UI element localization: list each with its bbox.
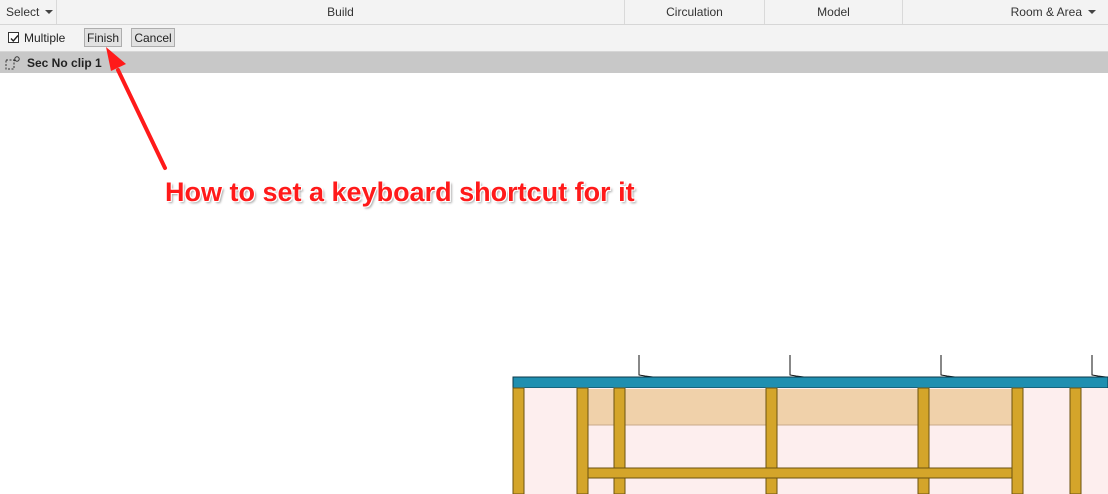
annotation-arrow-icon	[106, 47, 167, 170]
chevron-down-icon	[1088, 10, 1096, 14]
annotation-text: How to set a keyboard shortcut for it	[165, 177, 635, 207]
insulation-band	[587, 389, 1017, 425]
room-area-panel-dropdown[interactable]: Room & Area	[903, 0, 1108, 24]
room-area-panel-label: Room & Area	[1010, 5, 1082, 19]
section-drawing[interactable]	[505, 345, 1108, 494]
model-panel-label: Model	[817, 5, 850, 19]
roof-slab[interactable]	[512, 376, 1108, 389]
circulation-panel-label: Circulation	[666, 5, 723, 19]
model-panel-title[interactable]: Model	[765, 0, 903, 24]
level-marker-icon	[638, 355, 1107, 378]
build-panel-label: Build	[327, 5, 354, 19]
circulation-panel-title[interactable]: Circulation	[625, 0, 765, 24]
